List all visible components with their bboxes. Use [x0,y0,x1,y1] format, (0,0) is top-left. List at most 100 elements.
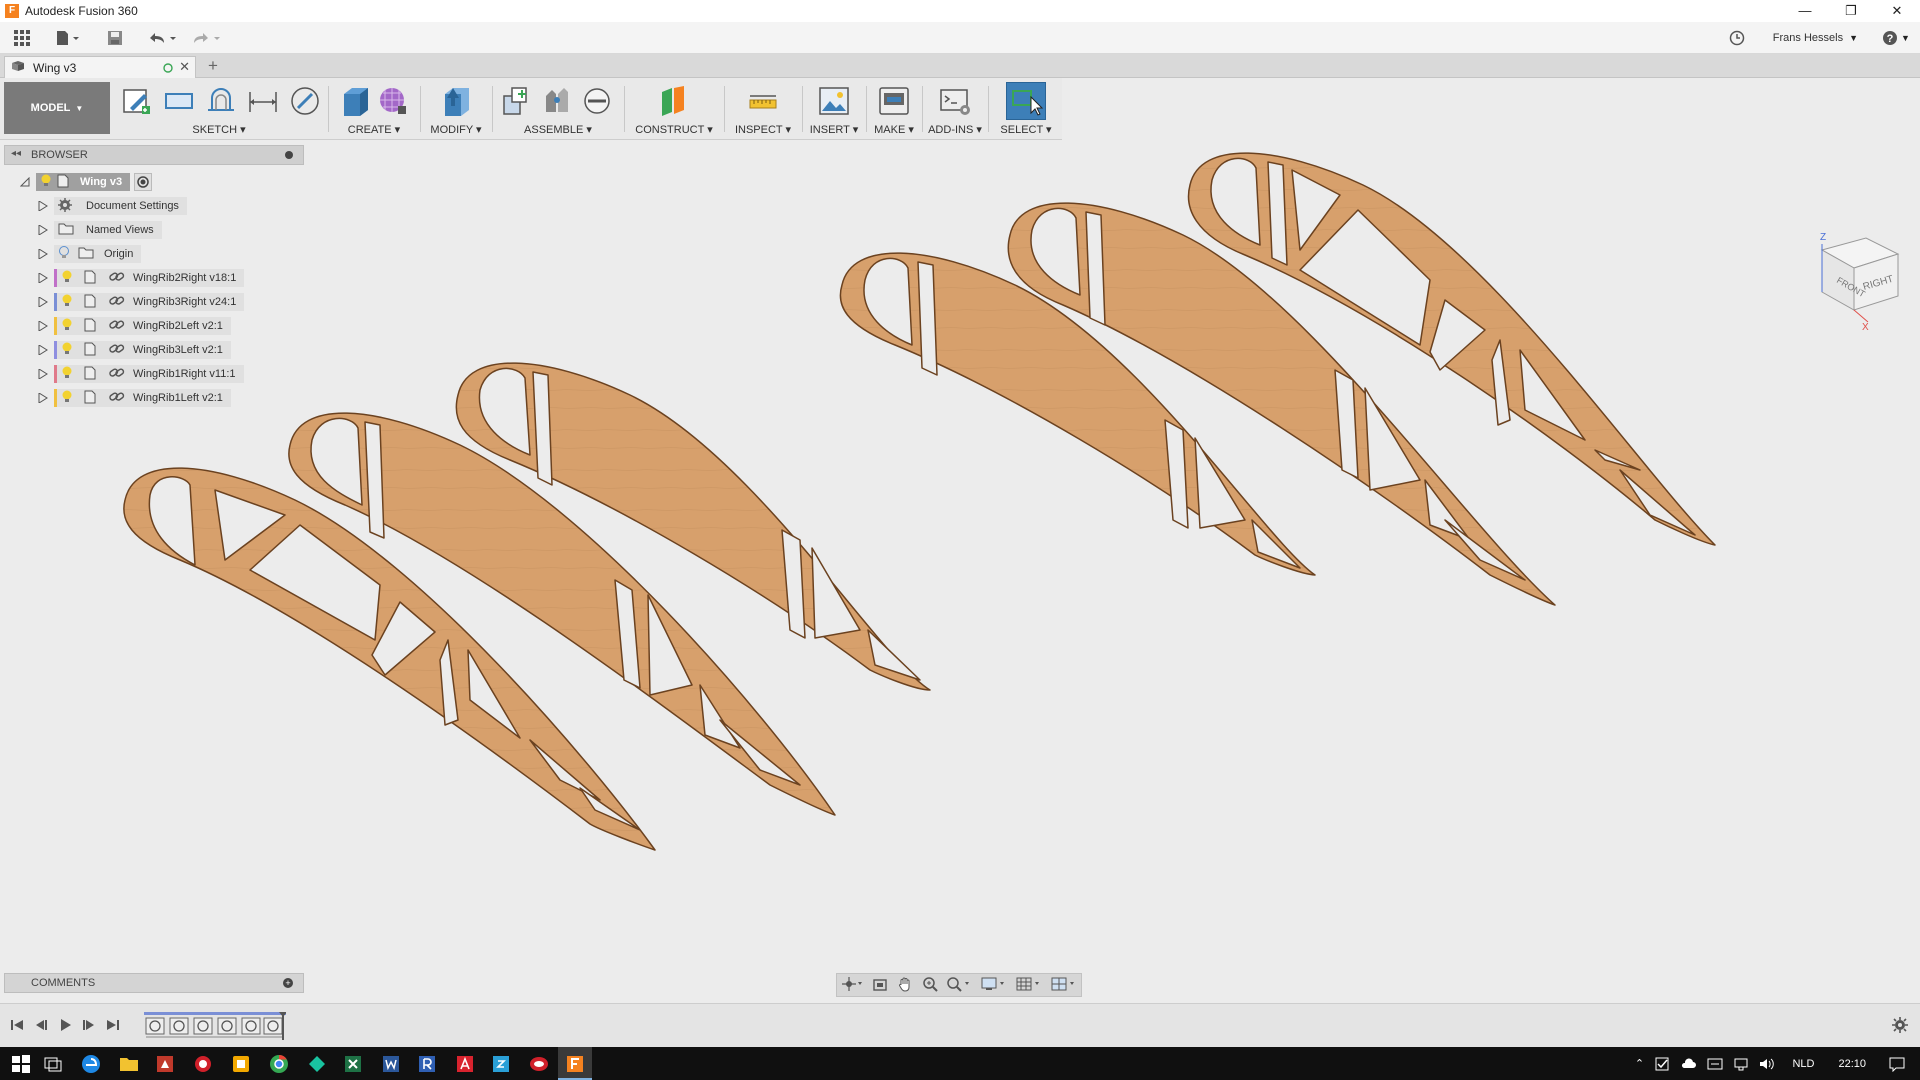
extrude-icon[interactable] [338,84,372,118]
language-indicator[interactable]: NLD [1792,1058,1814,1070]
expand-triangle-icon[interactable] [38,273,48,283]
browser-item-component[interactable]: WingRib1Right v11:1 [38,364,244,384]
viewports-icon[interactable] [1051,976,1077,995]
collapse-browser-icon[interactable]: ◂◂ [11,148,21,159]
app-icon[interactable] [154,1053,176,1075]
fusion-taskbar-button[interactable] [558,1047,592,1080]
form-icon[interactable] [376,84,410,118]
expand-triangle-icon[interactable] [38,345,48,355]
rectangle-icon[interactable] [162,84,196,118]
offset-icon[interactable] [204,84,238,118]
play-icon[interactable] [58,1018,72,1032]
browser-item-named-views[interactable]: Named Views [38,220,162,240]
browser-item-component[interactable]: WingRib3Left v2:1 [38,340,231,360]
task-view-icon[interactable] [42,1053,64,1075]
browser-item-component[interactable]: WingRib2Left v2:1 [38,316,231,336]
activate-radio-icon[interactable] [134,173,153,191]
file-menu-icon[interactable] [52,26,82,50]
browser-header[interactable]: ◂◂ BROWSER [4,145,304,165]
excel-icon[interactable] [342,1053,364,1075]
expand-triangle-icon[interactable] [38,393,48,403]
expand-triangle-icon[interactable] [38,249,48,259]
collapse-triangle-icon[interactable] [20,177,30,187]
pan-hand-icon[interactable] [897,976,913,995]
zoom-icon[interactable] [922,976,938,995]
joint-icon[interactable] [540,84,574,118]
lightbulb-icon[interactable] [61,318,83,335]
make-group-label[interactable]: MAKE ▾ [870,123,918,136]
expand-triangle-icon[interactable] [38,369,48,379]
new-component-icon[interactable] [500,84,534,118]
acrobat-icon[interactable] [454,1053,476,1075]
grid-settings-icon[interactable] [1016,976,1042,995]
volume-icon[interactable] [1758,1056,1776,1072]
app-icon[interactable] [416,1053,438,1075]
dimension-icon[interactable] [246,84,280,118]
3d-viewport[interactable]: FRONT RIGHT Z X [0,140,1920,1003]
browser-item-component[interactable]: WingRib2Right v18:1 [38,268,245,288]
display-settings-icon[interactable] [981,976,1007,995]
app-icon[interactable] [306,1053,328,1075]
workspace-switcher[interactable]: MODEL ▼ [4,82,110,134]
comments-panel-header[interactable]: COMMENTS + [4,973,304,993]
inspect-group-label[interactable]: INSPECT ▾ [728,123,798,136]
close-button[interactable]: ✕ [1874,0,1920,22]
motion-link-icon[interactable] [580,84,614,118]
windows-start-icon[interactable] [10,1053,32,1075]
step-forward-icon[interactable] [82,1018,96,1032]
expand-triangle-icon[interactable] [38,201,48,211]
construct-group-label[interactable]: CONSTRUCT ▾ [628,123,720,136]
look-at-icon[interactable] [872,976,888,995]
stop-sketch-icon[interactable] [288,84,322,118]
insert-image-icon[interactable] [817,84,851,118]
modify-group-label[interactable]: MODIFY ▾ [424,123,488,136]
lightbulb-icon[interactable] [61,270,83,287]
notifications-icon[interactable] [1888,1056,1906,1072]
addins-group-label[interactable]: ADD-INS ▾ [926,123,984,136]
tray-sync-icon[interactable] [1706,1056,1724,1072]
scripts-addins-icon[interactable] [938,84,972,118]
word-icon[interactable] [380,1053,402,1075]
lightbulb-icon[interactable] [61,342,83,359]
lightbulb-icon[interactable] [61,294,83,311]
tray-cloud-icon[interactable] [1680,1056,1698,1072]
save-icon[interactable] [104,26,126,50]
insert-group-label[interactable]: INSERT ▾ [806,123,862,136]
app-icon[interactable] [192,1053,214,1075]
edge-browser-icon[interactable] [80,1053,102,1075]
job-status-clock-icon[interactable] [1717,30,1757,46]
app-icon[interactable] [490,1053,512,1075]
tray-chevron-up-icon[interactable]: ⌃ [1628,1057,1650,1070]
expand-triangle-icon[interactable] [38,225,48,235]
chrome-icon[interactable] [268,1053,290,1075]
timeline-track[interactable] [144,1012,286,1040]
browser-item-document-settings[interactable]: Document Settings [38,196,187,216]
app-icon[interactable] [528,1053,550,1075]
assemble-group-label[interactable]: ASSEMBLE ▾ [496,123,620,136]
go-to-start-icon[interactable] [10,1018,24,1032]
document-tab[interactable]: Wing v3 ✕ [4,56,196,78]
minimize-button[interactable]: — [1782,0,1828,22]
lightbulb-icon[interactable] [61,366,83,383]
browser-item-component[interactable]: WingRib3Right v24:1 [38,292,245,312]
restore-button[interactable]: ❐ [1828,0,1874,22]
user-menu[interactable]: Frans Hessels ▼ [1773,32,1858,44]
undo-icon[interactable] [144,26,180,50]
browser-pin-icon[interactable] [285,151,293,159]
3d-print-icon[interactable] [877,84,911,118]
step-back-icon[interactable] [34,1018,48,1032]
lightbulb-off-icon[interactable] [58,245,78,263]
network-icon[interactable] [1732,1056,1750,1072]
browser-root-item[interactable]: Wing v3 [20,172,153,192]
go-to-end-icon[interactable] [106,1018,120,1032]
add-comment-icon[interactable]: + [283,978,293,988]
new-tab-icon[interactable]: + [204,56,222,76]
create-group-label[interactable]: CREATE ▾ [332,123,416,136]
orbit-icon[interactable] [841,976,863,995]
close-tab-icon[interactable]: ✕ [179,59,190,75]
lightbulb-icon[interactable] [40,174,56,191]
wing-ribs-model[interactable] [0,140,1920,1003]
expand-triangle-icon[interactable] [38,297,48,307]
data-panel-grid-icon[interactable] [10,26,34,50]
offset-plane-icon[interactable] [656,84,690,118]
